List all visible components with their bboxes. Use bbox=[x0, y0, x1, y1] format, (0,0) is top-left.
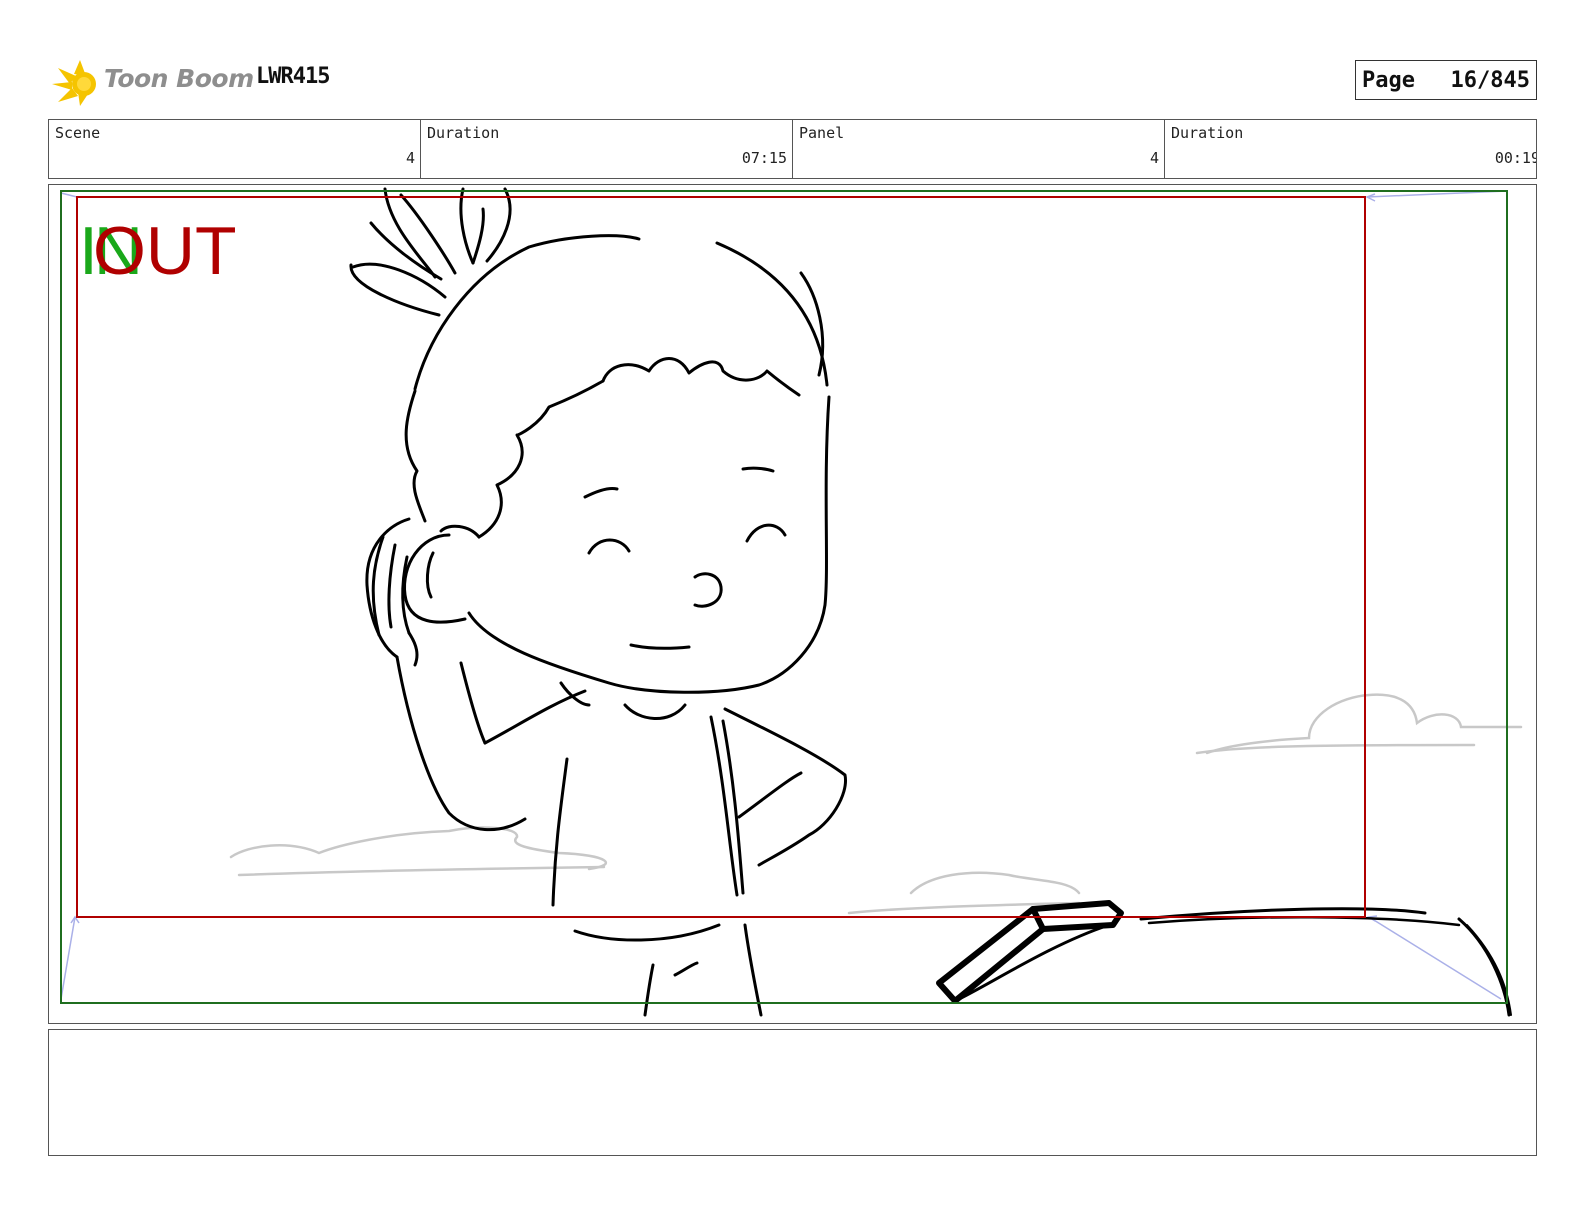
logo-text: Toon Boom bbox=[104, 64, 254, 93]
camera-move-arrows bbox=[60, 190, 1508, 1000]
panel-duration-cell: Duration 00:19 bbox=[1165, 120, 1536, 178]
safe-frame-rect bbox=[60, 190, 1508, 1004]
panel-sketch bbox=[60, 187, 1523, 1017]
page-number: 16/845 bbox=[1450, 67, 1530, 93]
scene-duration-cell: Duration 07:15 bbox=[421, 120, 793, 178]
scene-label: Scene bbox=[55, 124, 101, 142]
scene-cell: Scene 4 bbox=[49, 120, 421, 178]
foreground-object bbox=[936, 900, 1512, 1017]
out-marker: OUT bbox=[93, 213, 237, 289]
character-sketch bbox=[349, 187, 847, 1017]
scene-duration-label: Duration bbox=[427, 124, 500, 142]
background-clouds bbox=[229, 693, 1523, 915]
scene-value: 4 bbox=[405, 149, 415, 167]
project-code: LWR415 bbox=[256, 64, 330, 89]
storyboard-panel: IN OUT bbox=[48, 184, 1537, 1024]
panel-cell: Panel 4 bbox=[793, 120, 1165, 178]
panel-notes[interactable] bbox=[48, 1029, 1537, 1156]
camera-frame-rect bbox=[76, 196, 1366, 918]
panel-value: 4 bbox=[1149, 149, 1159, 167]
panel-duration-label: Duration bbox=[1171, 124, 1244, 142]
panel-info-table: Scene 4 Duration 07:15 Panel 4 Duration … bbox=[48, 119, 1537, 179]
scene-duration-value: 07:15 bbox=[741, 149, 787, 167]
toon-boom-logo: Toon Boom bbox=[50, 54, 254, 110]
page-indicator: Page 16/845 bbox=[1355, 60, 1537, 100]
panel-duration-value: 00:19 bbox=[1494, 149, 1536, 167]
panel-label: Panel bbox=[799, 124, 845, 142]
sunburst-logo-icon bbox=[52, 60, 96, 106]
page-label: Page bbox=[1362, 67, 1415, 93]
in-out-marker: IN OUT bbox=[79, 217, 249, 287]
